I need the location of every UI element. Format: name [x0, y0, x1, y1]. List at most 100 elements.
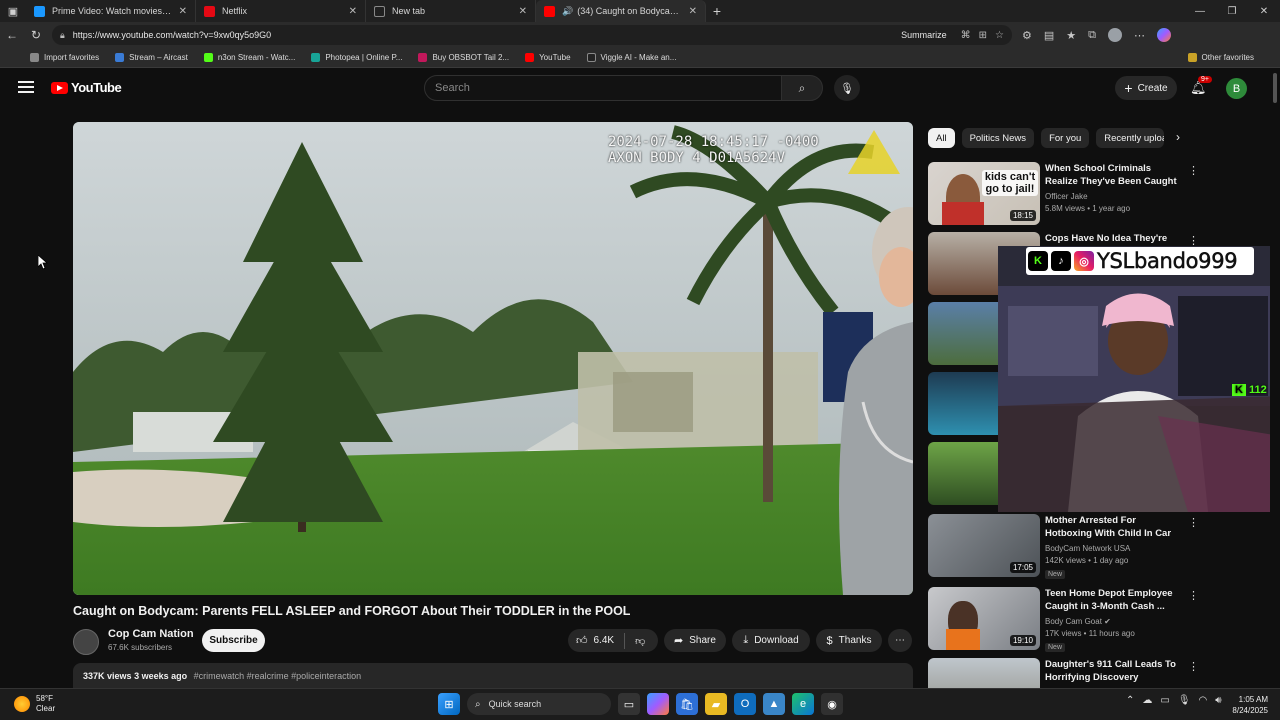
edge-icon[interactable]: e: [792, 693, 814, 715]
channel-name[interactable]: BodyCam Network USA: [1045, 544, 1130, 553]
chip-politics-news[interactable]: Politics News: [961, 128, 1035, 148]
microphone-icon[interactable]: 🎙︎: [1178, 695, 1191, 706]
youtube-logo[interactable]: YouTube: [51, 80, 122, 95]
search-button[interactable]: ⌕: [781, 75, 823, 101]
favorites-icon[interactable]: ★: [1066, 29, 1076, 42]
subscribe-button[interactable]: Subscribe: [202, 629, 265, 652]
download-button[interactable]: ⤓ Download: [732, 629, 810, 652]
video-title[interactable]: Cops Have No Idea They're: [1045, 232, 1185, 245]
copilot-icon[interactable]: [1157, 28, 1172, 42]
windows-start-icon[interactable]: ⊞: [438, 693, 460, 715]
display-icon[interactable]: ▭: [1160, 695, 1169, 706]
read-aloud-icon[interactable]: ⌘: [961, 30, 971, 41]
menu-icon[interactable]: [18, 81, 34, 96]
outlook-icon[interactable]: O: [734, 693, 756, 715]
video-title[interactable]: When School Criminals Realize They've Be…: [1045, 162, 1185, 188]
store-icon[interactable]: 🛍︎: [676, 693, 698, 715]
weather-widget[interactable]: 58°F Clear: [14, 694, 55, 714]
create-button[interactable]: + Create: [1115, 76, 1177, 100]
profile-icon[interactable]: [1108, 28, 1123, 42]
copilot-app-icon[interactable]: [647, 693, 669, 715]
video-thumbnail[interactable]: 17:05: [928, 514, 1040, 577]
wifi-icon[interactable]: ◠: [1199, 695, 1208, 706]
new-tab-button[interactable]: +: [706, 3, 728, 19]
channel-name[interactable]: Body Cam Goat ✔: [1045, 617, 1111, 626]
lock-icon[interactable]: 🔒︎: [60, 30, 65, 41]
page-scrollbar[interactable]: [1270, 69, 1280, 685]
summarize-button[interactable]: Summarize: [901, 30, 947, 40]
close-icon[interactable]: ✕: [689, 6, 697, 17]
obs-icon[interactable]: ◉: [821, 693, 843, 715]
more-vertical-icon[interactable]: ⋮: [1188, 660, 1199, 673]
channel-name[interactable]: Cop Cam Nation: [108, 628, 194, 640]
list-item[interactable]: 19:10 Teen Home Depot Employee Caught in…: [928, 587, 1248, 652]
favorite-n3on[interactable]: n3on Stream - Watc...: [203, 53, 295, 62]
scrollbar-thumb[interactable]: [1273, 73, 1277, 103]
back-icon[interactable]: ←: [0, 28, 24, 42]
favorite-photopea[interactable]: Photopea | Online P...: [311, 53, 402, 62]
tab-new-tab[interactable]: New tab ✕: [366, 0, 536, 22]
chevron-right-icon[interactable]: ›: [1176, 130, 1180, 144]
channel-avatar[interactable]: [73, 629, 99, 655]
video-thumbnail[interactable]: 19:10: [928, 587, 1040, 650]
more-actions-button[interactable]: ⋯: [888, 629, 912, 652]
split-screen-icon[interactable]: ▤: [1044, 29, 1054, 42]
favorite-aircast[interactable]: Stream – Aircast: [115, 53, 188, 62]
close-icon[interactable]: ✕: [519, 6, 527, 17]
tab-prime-video[interactable]: Prime Video: Watch movies, TV sh ✕: [26, 0, 196, 22]
more-icon[interactable]: ⋯: [1134, 29, 1145, 42]
favorite-viggle[interactable]: Viggle AI - Make an...: [586, 53, 676, 62]
tab-youtube[interactable]: 🔊 (34) Caught on Bodycam: Pa ✕: [536, 0, 706, 22]
hashtags[interactable]: #crimewatch #realcrime #policeinteractio…: [194, 671, 362, 681]
speaker-icon[interactable]: 🔊: [562, 6, 573, 17]
avatar[interactable]: B: [1226, 78, 1247, 99]
chip-all[interactable]: All: [928, 128, 955, 148]
star-icon[interactable]: ☆: [995, 30, 1004, 41]
apps-icon[interactable]: ⊞: [979, 30, 987, 41]
favorite-obsbot[interactable]: Buy OBSBOT Tail 2...: [418, 53, 509, 62]
list-item[interactable]: kids can't go to jail! 18:15 When School…: [928, 162, 1248, 226]
chip-recently-uploaded[interactable]: Recently uploa: [1096, 128, 1165, 148]
tab-netflix[interactable]: Netflix ✕: [196, 0, 366, 22]
chip-for-you[interactable]: For you: [1041, 128, 1090, 148]
search-input[interactable]: Search: [424, 75, 782, 101]
more-vertical-icon[interactable]: ⋮: [1188, 164, 1199, 177]
thumbs-up-icon[interactable]: 👍︎: [576, 634, 588, 647]
video-title[interactable]: Mother Arrested For Hotboxing With Child…: [1045, 514, 1185, 540]
extensions-icon[interactable]: ⚙: [1022, 29, 1032, 42]
url-field[interactable]: 🔒︎ https://www.youtube.com/watch?v=9xw0q…: [52, 25, 1012, 45]
more-vertical-icon[interactable]: ⋮: [1188, 589, 1199, 602]
thumbs-down-icon[interactable]: 👎︎: [635, 635, 645, 647]
thanks-button[interactable]: $ Thanks: [816, 629, 882, 652]
refresh-icon[interactable]: ↻: [24, 28, 48, 42]
tab-actions-icon[interactable]: ▣: [0, 0, 26, 22]
voice-search-button[interactable]: 🎙︎: [834, 75, 860, 101]
close-window-icon[interactable]: ✕: [1248, 0, 1280, 22]
task-view-icon[interactable]: ▭: [618, 693, 640, 715]
taskbar-clock[interactable]: 1:05 AM 8/24/2025: [1224, 694, 1268, 716]
favorite-youtube[interactable]: YouTube: [525, 53, 571, 62]
photos-icon[interactable]: ▲: [763, 693, 785, 715]
close-icon[interactable]: ✕: [179, 6, 187, 17]
video-title[interactable]: Daughter's 911 Call Leads To Horrifying …: [1045, 658, 1185, 684]
collections-icon[interactable]: ⧉: [1088, 29, 1096, 42]
channel-name[interactable]: Officer Jake: [1045, 192, 1088, 201]
taskbar-search[interactable]: ⌕ Quick search: [467, 693, 611, 715]
restore-icon[interactable]: ❐: [1216, 0, 1248, 22]
cloud-icon[interactable]: ☁: [1142, 695, 1152, 706]
close-icon[interactable]: ✕: [349, 6, 357, 17]
file-explorer-icon[interactable]: ▰: [705, 693, 727, 715]
more-vertical-icon[interactable]: ⋮: [1188, 516, 1199, 529]
share-button[interactable]: ➦ Share: [664, 629, 726, 652]
video-title[interactable]: Teen Home Depot Employee Caught in 3-Mon…: [1045, 587, 1185, 613]
like-count[interactable]: 6.4K: [594, 635, 615, 646]
favorite-import[interactable]: Import favorites: [30, 53, 99, 62]
other-favorites[interactable]: Other favorites: [1187, 53, 1254, 62]
video-player[interactable]: 2024-07-28 18:45:17 -0400 AXON BODY 4 D0…: [73, 122, 913, 595]
list-item[interactable]: 17:05 Mother Arrested For Hotboxing With…: [928, 514, 1248, 579]
minimize-icon[interactable]: —: [1184, 0, 1216, 22]
video-thumbnail[interactable]: kids can't go to jail! 18:15: [928, 162, 1040, 225]
notifications-button[interactable]: 🔔︎ 9+: [1190, 76, 1212, 96]
chevron-up-icon[interactable]: ⌃: [1126, 695, 1134, 706]
volume-icon[interactable]: 🔊︎: [1215, 695, 1221, 706]
